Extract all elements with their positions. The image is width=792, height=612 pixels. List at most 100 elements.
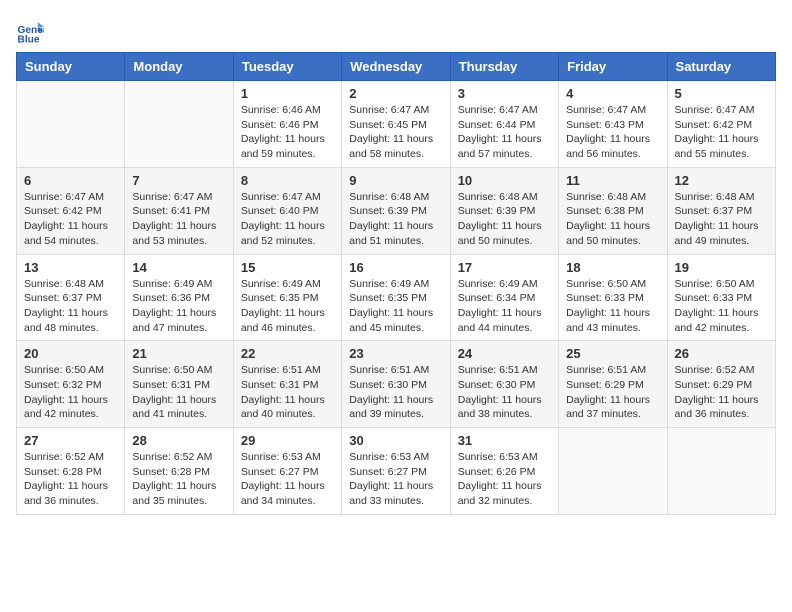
calendar-day-cell [125,81,233,168]
calendar-day-cell: 5 Sunrise: 6:47 AMSunset: 6:42 PMDaylight… [667,81,775,168]
day-info: Sunrise: 6:53 AMSunset: 6:27 PMDaylight:… [349,450,442,509]
day-info: Sunrise: 6:48 AMSunset: 6:39 PMDaylight:… [349,190,442,249]
calendar-day-cell [17,81,125,168]
calendar-day-cell: 12Sunrise: 6:48 AMSunset: 6:37 PMDayligh… [667,167,775,254]
day-number: 18 [566,260,659,275]
calendar-table: SundayMondayTuesdayWednesdayThursdayFrid… [16,52,776,515]
calendar-day-cell: 16 Sunrise: 6:49 AMSunset: 6:35 PMDayligh… [342,254,450,341]
day-number: 15 [241,260,334,275]
calendar-day-cell: 14Sunrise: 6:49 AMSunset: 6:36 PMDayligh… [125,254,233,341]
calendar-day-cell: 20 Sunrise: 6:50 AMSunset: 6:32 PMDayligh… [17,341,125,428]
day-number: 24 [458,346,551,361]
day-info: Sunrise: 6:51 AMSunset: 6:30 PMDaylight:… [349,363,442,422]
day-number: 21 [132,346,225,361]
day-info: Sunrise: 6:47 AMSunset: 6:44 PMDaylight:… [458,103,551,162]
day-number: 20 [24,346,117,361]
calendar-week-row: 20 Sunrise: 6:50 AMSunset: 6:32 PMDayligh… [17,341,776,428]
day-info: Sunrise: 6:47 AMSunset: 6:45 PMDaylight:… [349,103,442,162]
svg-text:Blue: Blue [18,34,40,44]
day-number: 5 [675,86,768,101]
calendar-header-row: SundayMondayTuesdayWednesdayThursdayFrid… [17,53,776,81]
day-number: 11 [566,173,659,188]
day-info: Sunrise: 6:46 AMSunset: 6:46 PMDaylight:… [241,103,334,162]
calendar-day-cell: 7 Sunrise: 6:47 AMSunset: 6:41 PMDaylight… [125,167,233,254]
day-number: 6 [24,173,117,188]
day-number: 10 [458,173,551,188]
logo-icon: General Blue [16,16,44,44]
calendar-day-cell: 31 Sunrise: 6:53 AMSunset: 6:26 PMDayligh… [450,428,558,515]
calendar-day-cell: 30 Sunrise: 6:53 AMSunset: 6:27 PMDayligh… [342,428,450,515]
day-info: Sunrise: 6:50 AMSunset: 6:31 PMDaylight:… [132,363,225,422]
day-info: Sunrise: 6:49 AMSunset: 6:34 PMDaylight:… [458,277,551,336]
day-number: 3 [458,86,551,101]
day-number: 29 [241,433,334,448]
calendar-day-cell: 10 Sunrise: 6:48 AMSunset: 6:39 PMDayligh… [450,167,558,254]
day-info: Sunrise: 6:50 AMSunset: 6:32 PMDaylight:… [24,363,117,422]
day-info: Sunrise: 6:51 AMSunset: 6:30 PMDaylight:… [458,363,551,422]
calendar-day-header: Sunday [17,53,125,81]
calendar-day-header: Thursday [450,53,558,81]
day-number: 19 [675,260,768,275]
calendar-day-cell: 6 Sunrise: 6:47 AMSunset: 6:42 PMDaylight… [17,167,125,254]
calendar-day-header: Tuesday [233,53,341,81]
day-number: 26 [675,346,768,361]
day-info: Sunrise: 6:50 AMSunset: 6:33 PMDaylight:… [566,277,659,336]
day-info: Sunrise: 6:52 AMSunset: 6:29 PMDaylight:… [675,363,768,422]
calendar-day-cell [667,428,775,515]
calendar-day-cell: 29 Sunrise: 6:53 AMSunset: 6:27 PMDayligh… [233,428,341,515]
calendar-day-cell: 2 Sunrise: 6:47 AMSunset: 6:45 PMDaylight… [342,81,450,168]
calendar-day-header: Friday [559,53,667,81]
day-info: Sunrise: 6:53 AMSunset: 6:26 PMDaylight:… [458,450,551,509]
day-number: 12 [675,173,768,188]
day-info: Sunrise: 6:47 AMSunset: 6:40 PMDaylight:… [241,190,334,249]
day-info: Sunrise: 6:53 AMSunset: 6:27 PMDaylight:… [241,450,334,509]
day-info: Sunrise: 6:47 AMSunset: 6:42 PMDaylight:… [675,103,768,162]
calendar-day-header: Saturday [667,53,775,81]
calendar-week-row: 27Sunrise: 6:52 AMSunset: 6:28 PMDayligh… [17,428,776,515]
calendar-day-cell [559,428,667,515]
calendar-day-cell: 18 Sunrise: 6:50 AMSunset: 6:33 PMDayligh… [559,254,667,341]
calendar-day-cell: 4 Sunrise: 6:47 AMSunset: 6:43 PMDaylight… [559,81,667,168]
calendar-day-cell: 1 Sunrise: 6:46 AMSunset: 6:46 PMDaylight… [233,81,341,168]
day-info: Sunrise: 6:51 AMSunset: 6:31 PMDaylight:… [241,363,334,422]
day-number: 22 [241,346,334,361]
calendar-day-cell: 19Sunrise: 6:50 AMSunset: 6:33 PMDayligh… [667,254,775,341]
calendar-day-cell: 17 Sunrise: 6:49 AMSunset: 6:34 PMDayligh… [450,254,558,341]
day-info: Sunrise: 6:47 AMSunset: 6:43 PMDaylight:… [566,103,659,162]
day-number: 16 [349,260,442,275]
day-info: Sunrise: 6:52 AMSunset: 6:28 PMDaylight:… [24,450,117,509]
day-info: Sunrise: 6:49 AMSunset: 6:35 PMDaylight:… [241,277,334,336]
calendar-day-cell: 8 Sunrise: 6:47 AMSunset: 6:40 PMDaylight… [233,167,341,254]
day-number: 17 [458,260,551,275]
day-info: Sunrise: 6:48 AMSunset: 6:37 PMDaylight:… [24,277,117,336]
day-info: Sunrise: 6:47 AMSunset: 6:42 PMDaylight:… [24,190,117,249]
calendar-day-cell: 23Sunrise: 6:51 AMSunset: 6:30 PMDayligh… [342,341,450,428]
calendar-day-cell: 22 Sunrise: 6:51 AMSunset: 6:31 PMDayligh… [233,341,341,428]
calendar-day-cell: 9 Sunrise: 6:48 AMSunset: 6:39 PMDaylight… [342,167,450,254]
day-info: Sunrise: 6:49 AMSunset: 6:35 PMDaylight:… [349,277,442,336]
day-number: 1 [241,86,334,101]
calendar-day-cell: 24 Sunrise: 6:51 AMSunset: 6:30 PMDayligh… [450,341,558,428]
day-number: 30 [349,433,442,448]
day-number: 7 [132,173,225,188]
day-info: Sunrise: 6:48 AMSunset: 6:39 PMDaylight:… [458,190,551,249]
calendar-day-cell: 28Sunrise: 6:52 AMSunset: 6:28 PMDayligh… [125,428,233,515]
calendar-day-cell: 26 Sunrise: 6:52 AMSunset: 6:29 PMDayligh… [667,341,775,428]
day-number: 8 [241,173,334,188]
day-info: Sunrise: 6:48 AMSunset: 6:38 PMDaylight:… [566,190,659,249]
day-info: Sunrise: 6:47 AMSunset: 6:41 PMDaylight:… [132,190,225,249]
day-number: 14 [132,260,225,275]
calendar-day-header: Monday [125,53,233,81]
calendar-week-row: 13Sunrise: 6:48 AMSunset: 6:37 PMDayligh… [17,254,776,341]
day-number: 4 [566,86,659,101]
page-header: General Blue [16,16,776,44]
calendar-day-cell: 3 Sunrise: 6:47 AMSunset: 6:44 PMDaylight… [450,81,558,168]
calendar-day-cell: 13Sunrise: 6:48 AMSunset: 6:37 PMDayligh… [17,254,125,341]
day-number: 2 [349,86,442,101]
day-number: 9 [349,173,442,188]
day-number: 31 [458,433,551,448]
day-info: Sunrise: 6:51 AMSunset: 6:29 PMDaylight:… [566,363,659,422]
calendar-day-cell: 15 Sunrise: 6:49 AMSunset: 6:35 PMDayligh… [233,254,341,341]
calendar-day-cell: 25Sunrise: 6:51 AMSunset: 6:29 PMDayligh… [559,341,667,428]
logo: General Blue [16,16,48,44]
